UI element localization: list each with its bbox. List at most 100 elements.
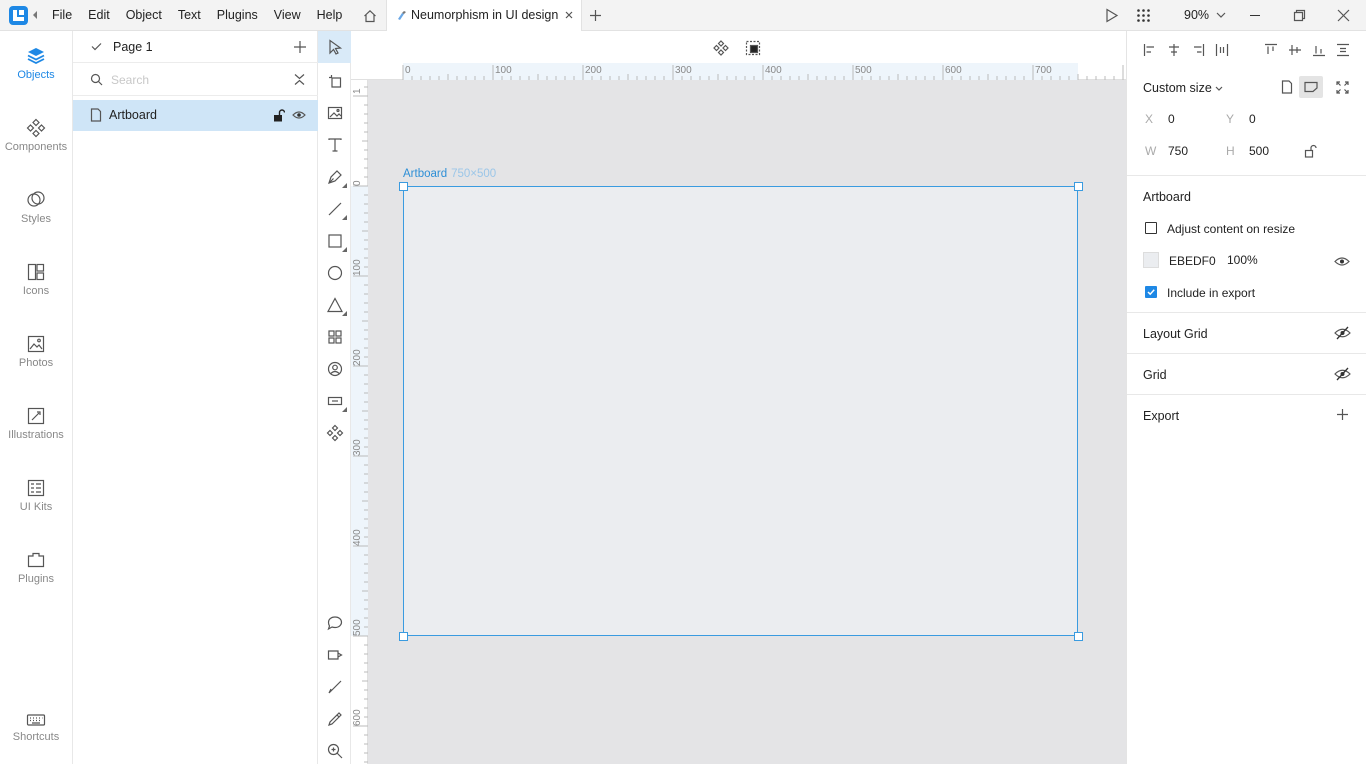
adjust-content-checkbox[interactable]: [1145, 222, 1157, 234]
document-tab-title: Neumorphism in UI design: [411, 8, 559, 22]
check-icon: [91, 43, 102, 51]
close-window-icon[interactable]: [1337, 9, 1350, 22]
distribute-horizontal-icon[interactable]: [1215, 43, 1229, 57]
align-top-icon[interactable]: [1264, 43, 1278, 57]
text-tool[interactable]: [324, 134, 345, 155]
nav-icons[interactable]: Icons: [0, 262, 72, 297]
fill-color-swatch[interactable]: [1143, 252, 1159, 268]
create-component-icon[interactable]: [713, 40, 729, 56]
mask-icon[interactable]: [745, 40, 761, 56]
nav-components[interactable]: Components: [0, 118, 72, 153]
menu-plugins[interactable]: Plugins: [209, 0, 266, 31]
fit-content-icon[interactable]: [1336, 81, 1349, 94]
pen-tool[interactable]: [324, 166, 347, 188]
eye-icon[interactable]: [292, 110, 306, 120]
menu-text[interactable]: Text: [170, 0, 209, 31]
portrait-orientation-icon[interactable]: [1281, 80, 1293, 94]
nav-shortcuts[interactable]: Shortcuts: [0, 712, 72, 743]
unlock-icon[interactable]: [273, 109, 285, 122]
fill-opacity-input[interactable]: 100%: [1227, 253, 1258, 267]
home-tab[interactable]: [355, 0, 385, 31]
knife-tool[interactable]: [324, 676, 345, 697]
artboard[interactable]: [403, 186, 1078, 636]
collapse-all-icon[interactable]: [293, 73, 306, 86]
nav-ui-kits[interactable]: UI Kits: [0, 478, 72, 513]
resize-handle-bottom-right[interactable]: [1074, 632, 1083, 641]
app-logo-icon[interactable]: [9, 6, 28, 25]
resize-handle-top-right[interactable]: [1074, 182, 1083, 191]
add-export-plus-icon[interactable]: [1336, 408, 1349, 421]
align-bottom-icon[interactable]: [1312, 43, 1326, 57]
ruler-tick-label: 400: [765, 65, 782, 76]
fill-hex-input[interactable]: EBEDF0: [1169, 254, 1216, 268]
eyedropper-tool[interactable]: [324, 708, 345, 729]
align-center-horizontal-icon[interactable]: [1167, 43, 1181, 57]
size-preset-dropdown[interactable]: Custom size: [1143, 81, 1223, 95]
layout-grid-section-title[interactable]: Layout Grid: [1143, 327, 1208, 341]
play-icon[interactable]: [1104, 8, 1119, 23]
page-name: Page 1: [113, 40, 153, 54]
objects-icon: [27, 48, 45, 65]
eye-off-icon[interactable]: [1334, 326, 1351, 340]
new-tab-plus-icon[interactable]: [588, 8, 603, 23]
distribute-vertical-icon[interactable]: [1336, 43, 1350, 57]
align-right-icon[interactable]: [1191, 43, 1205, 57]
grid-repeat-tool[interactable]: [324, 326, 345, 347]
chevron-down-icon[interactable]: [1216, 12, 1226, 19]
eye-off-icon[interactable]: [1334, 367, 1351, 381]
landscape-orientation-button[interactable]: [1299, 76, 1323, 98]
align-middle-vertical-icon[interactable]: [1288, 43, 1302, 57]
resize-handle-top-left[interactable]: [399, 182, 408, 191]
eye-icon[interactable]: [1334, 256, 1350, 267]
avatar-tool[interactable]: [324, 358, 345, 379]
search-input[interactable]: [111, 70, 271, 90]
x-input[interactable]: 0: [1168, 112, 1175, 126]
width-input[interactable]: 750: [1168, 144, 1188, 158]
height-input[interactable]: 500: [1249, 144, 1269, 158]
menu-file[interactable]: File: [44, 0, 80, 31]
y-input[interactable]: 0: [1249, 112, 1256, 126]
artboard-tool[interactable]: [324, 70, 345, 91]
dots-grid-icon[interactable]: [1136, 8, 1151, 23]
comment-tool[interactable]: [324, 612, 345, 633]
grid-section-title[interactable]: Grid: [1143, 368, 1167, 382]
resize-handle-bottom-left[interactable]: [399, 632, 408, 641]
button-tool[interactable]: [324, 390, 347, 412]
icons-icon: [27, 263, 45, 281]
zoom-tool[interactable]: [324, 740, 345, 761]
h-label: H: [1226, 144, 1235, 158]
menu-help[interactable]: Help: [309, 0, 351, 31]
component-tool[interactable]: [324, 422, 345, 443]
layer-item-artboard[interactable]: Artboard: [73, 100, 318, 131]
slice-tool[interactable]: [324, 644, 345, 665]
restore-window-icon[interactable]: [1293, 9, 1306, 22]
select-tool[interactable]: [318, 31, 351, 63]
line-tool[interactable]: [324, 198, 347, 220]
align-left-icon[interactable]: [1143, 43, 1157, 57]
document-tab[interactable]: Neumorphism in UI design: [386, 0, 582, 31]
nav-illustrations[interactable]: Illustrations: [0, 406, 72, 441]
app-menu-caret-icon[interactable]: [32, 11, 38, 19]
rectangle-tool[interactable]: [324, 230, 347, 252]
nav-objects[interactable]: Objects: [0, 46, 72, 81]
menu-edit[interactable]: Edit: [80, 0, 118, 31]
close-tab-icon[interactable]: [564, 10, 574, 20]
nav-photos[interactable]: Photos: [0, 334, 72, 369]
menu-view[interactable]: View: [266, 0, 309, 31]
minimize-window-button[interactable]: [1250, 15, 1260, 16]
nav-styles[interactable]: Styles: [0, 190, 72, 225]
artboard-title[interactable]: Artboard 750×500: [403, 168, 496, 180]
ellipse-tool[interactable]: [324, 262, 345, 283]
image-tool[interactable]: [324, 102, 345, 123]
layers-panel: Page 1 Artboard: [73, 31, 318, 764]
zoom-level[interactable]: 90%: [1184, 0, 1209, 31]
add-page-plus-icon[interactable]: [293, 40, 307, 54]
unlock-aspect-ratio-icon[interactable]: [1304, 144, 1317, 158]
search-icon: [90, 73, 103, 86]
include-in-export-checkbox[interactable]: [1145, 286, 1157, 298]
polygon-tool[interactable]: [324, 294, 347, 316]
menu-object[interactable]: Object: [118, 0, 170, 31]
page-selector[interactable]: Page 1: [73, 31, 318, 63]
nav-plugins[interactable]: Plugins: [0, 550, 72, 585]
divider: [1127, 312, 1366, 313]
